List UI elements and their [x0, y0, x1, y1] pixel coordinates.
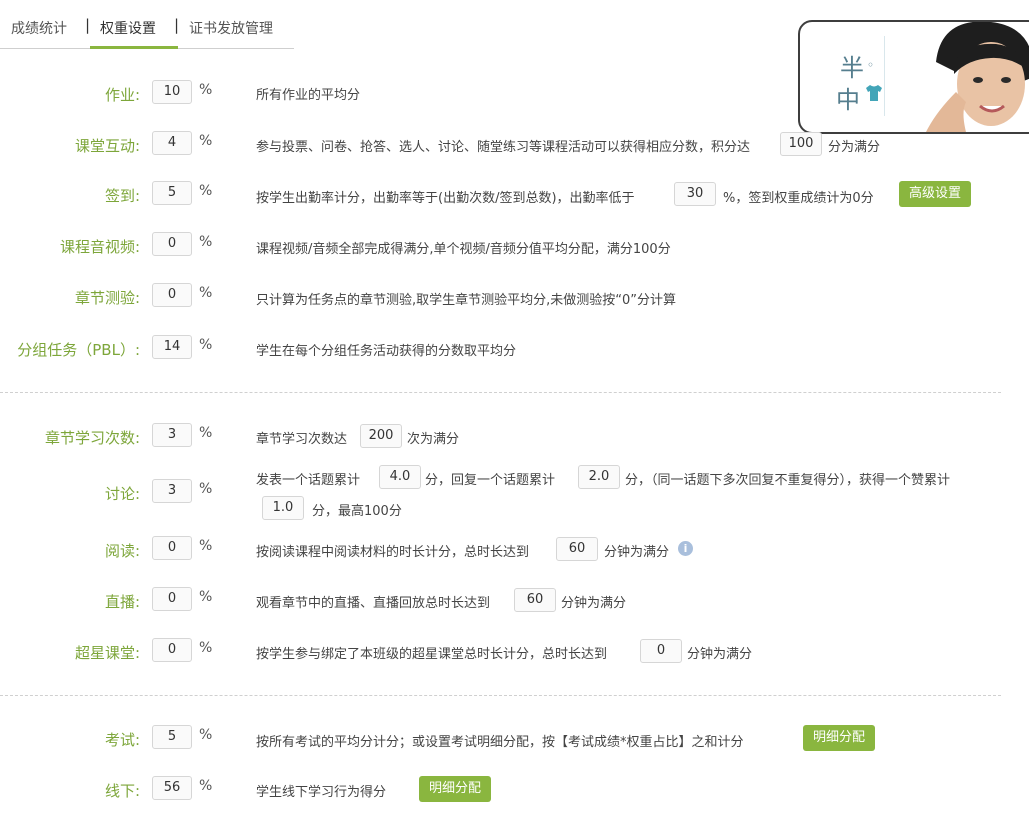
topic-score-input[interactable]: 4.0: [379, 465, 421, 489]
discussion-weight-input[interactable]: 3: [152, 479, 192, 503]
percent-sign: %: [199, 82, 213, 98]
superstar-weight-input[interactable]: 0: [152, 638, 192, 662]
discussion-description-c: 分，（同一话题下多次回复不重复得分），获得一个赞累计: [625, 473, 951, 488]
superstar-description-suffix: 分钟为满分: [687, 647, 753, 662]
homework-label: 作业:: [104, 86, 140, 104]
discussion-description-b: 分，回复一个话题累计: [425, 473, 556, 488]
offline-weight-input[interactable]: 56: [152, 776, 192, 800]
live-minutes-input[interactable]: 60: [514, 588, 556, 612]
chapter-study-description-suffix: 次为满分: [407, 432, 460, 447]
signin-description: 按学生出勤率计分，出勤率等于(出勤次数/签到总数)，出勤率低于: [256, 191, 635, 206]
pbl-label: 分组任务（PBL）:: [17, 341, 140, 359]
interaction-label: 课堂互动:: [74, 137, 140, 155]
percent-sign: %: [199, 481, 213, 497]
tab-weight-settings[interactable]: 权重设置: [100, 18, 156, 38]
tab-separator: |: [174, 16, 180, 34]
reading-description-suffix: 分钟为满分: [604, 545, 670, 560]
superstar-description: 按学生参与绑定了本班级的超星课堂总时长计分，总时长达到: [256, 647, 608, 662]
chapter-study-label: 章节学习次数:: [44, 429, 140, 447]
offline-detail-allocation-button[interactable]: 明细分配: [419, 776, 492, 802]
chapter-quiz-label: 章节测验:: [74, 289, 140, 307]
logo-char-top: 半: [840, 54, 864, 82]
signin-weight-input[interactable]: 5: [152, 181, 192, 205]
user-avatar-card[interactable]: 半 ◦ 中: [798, 20, 1029, 134]
signin-label: 签到:: [104, 187, 140, 205]
advanced-settings-button[interactable]: 高级设置: [899, 181, 972, 207]
reading-description: 按阅读课程中阅读材料的时长计分，总时长达到: [256, 545, 530, 560]
homework-weight-input[interactable]: 10: [152, 80, 192, 104]
live-description-suffix: 分钟为满分: [561, 596, 627, 611]
exam-detail-allocation-button[interactable]: 明细分配: [803, 725, 876, 751]
chapter-study-times-input[interactable]: 200: [360, 424, 402, 448]
live-description: 观看章节中的直播、直播回放总时长达到: [256, 596, 491, 611]
interaction-full-score-input[interactable]: 100: [780, 132, 822, 156]
logo-char-bottom: 中: [836, 86, 860, 114]
percent-sign: %: [199, 183, 213, 199]
live-label: 直播:: [104, 593, 140, 611]
section-divider: [0, 695, 1001, 696]
reply-score-input[interactable]: 2.0: [578, 465, 620, 489]
percent-sign: %: [199, 425, 213, 441]
exam-description: 按所有考试的平均分计分；或设置考试明细分配，按【考试成绩*权重占比】之和计分: [256, 735, 744, 750]
percent-sign: %: [199, 285, 213, 301]
like-score-input[interactable]: 1.0: [262, 496, 304, 520]
pbl-description: 学生在每个分组任务活动获得的分数取平均分: [256, 344, 517, 359]
video-weight-input[interactable]: 0: [152, 232, 192, 256]
discussion-description-d: 分，最高100分: [312, 504, 402, 519]
offline-label: 线下:: [104, 782, 140, 800]
percent-sign: %: [199, 640, 213, 656]
info-icon[interactable]: i: [678, 541, 693, 556]
tab-certificate-management[interactable]: 证书发放管理: [189, 18, 273, 38]
interaction-description: 参与投票、问卷、抢答、选人、讨论、随堂练习等课程活动可以获得相应分数，积分达: [256, 140, 751, 155]
chapter-study-description: 章节学习次数达: [256, 432, 348, 447]
percent-sign: %: [199, 538, 213, 554]
exam-label: 考试:: [104, 731, 140, 749]
tab-separator: |: [85, 16, 91, 34]
percent-sign: %: [199, 589, 213, 605]
reading-weight-input[interactable]: 0: [152, 536, 192, 560]
t-shirt-icon: [866, 85, 882, 101]
percent-sign: %: [199, 337, 213, 353]
offline-description: 学生线下学习行为得分: [256, 785, 387, 800]
attendance-threshold-input[interactable]: 30: [674, 182, 716, 206]
percent-sign: %: [199, 727, 213, 743]
discussion-label: 讨论:: [104, 485, 140, 503]
video-label: 课程音视频:: [59, 238, 140, 256]
percent-sign: %: [199, 778, 213, 794]
chapter-quiz-description: 只计算为任务点的章节测验,取学生章节测验平均分,未做测验按“0”分计算: [256, 293, 677, 308]
avatar-photo: [896, 22, 1029, 132]
section-divider: [0, 392, 1001, 393]
signin-description-suffix: %，签到权重成绩计为0分: [723, 191, 874, 206]
discussion-description: 发表一个话题累计: [256, 473, 361, 488]
percent-sign: %: [199, 133, 213, 149]
tab-bar: 成绩统计 | 权重设置 | 证书发放管理: [0, 0, 294, 49]
chapter-study-weight-input[interactable]: 3: [152, 423, 192, 447]
video-description: 课程视频/音频全部完成得满分,单个视频/音频分值平均分配，满分100分: [256, 242, 671, 257]
logo-dots: ◦: [867, 58, 875, 72]
interaction-weight-input[interactable]: 4: [152, 131, 192, 155]
superstar-label: 超星课堂:: [74, 644, 140, 662]
superstar-minutes-input[interactable]: 0: [640, 639, 682, 663]
tab-grade-stats[interactable]: 成绩统计: [11, 18, 67, 38]
percent-sign: %: [199, 234, 213, 250]
reading-minutes-input[interactable]: 60: [556, 537, 598, 561]
reading-label: 阅读:: [104, 542, 140, 560]
chapter-quiz-weight-input[interactable]: 0: [152, 283, 192, 307]
homework-description: 所有作业的平均分: [256, 88, 361, 103]
pbl-weight-input[interactable]: 14: [152, 335, 192, 359]
brand-logo: 半 ◦ 中: [814, 36, 885, 116]
live-weight-input[interactable]: 0: [152, 587, 192, 611]
active-tab-indicator: [90, 46, 178, 49]
interaction-description-suffix: 分为满分: [828, 140, 881, 155]
exam-weight-input[interactable]: 5: [152, 725, 192, 749]
